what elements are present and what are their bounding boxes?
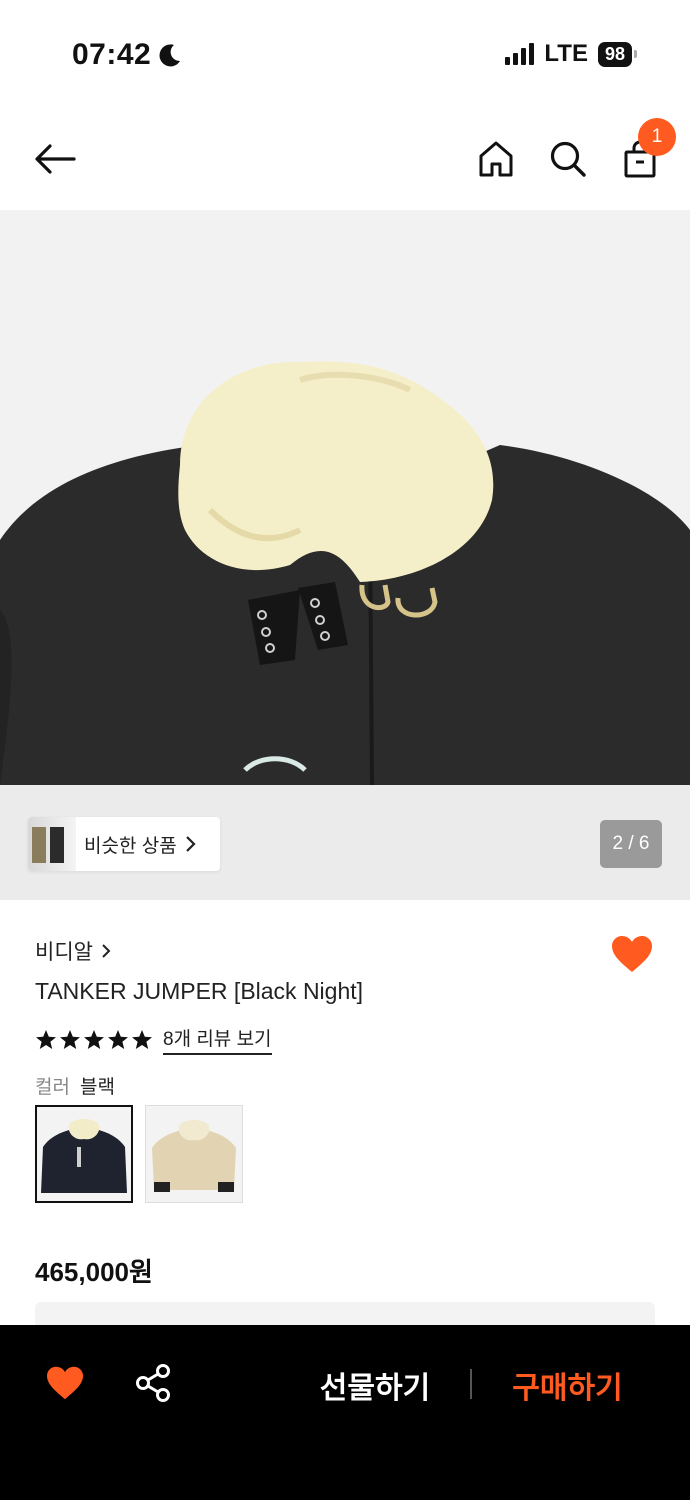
product-image-gallery[interactable]: Permanent Clothing 비슷한 상품 2 / bbox=[0, 210, 690, 900]
product-photo[interactable]: Permanent Clothing bbox=[0, 210, 690, 785]
divider bbox=[470, 1369, 472, 1399]
wishlist-button[interactable] bbox=[610, 934, 654, 974]
rating-row: 8개 리뷰 보기 bbox=[35, 1024, 272, 1055]
chevron-right-icon bbox=[102, 944, 111, 958]
star-icon bbox=[108, 1029, 128, 1049]
color-swatches bbox=[35, 1105, 243, 1203]
top-nav: 1 bbox=[0, 110, 690, 210]
moon-icon bbox=[159, 44, 181, 67]
back-button[interactable] bbox=[30, 136, 80, 182]
buy-button[interactable]: 구매하기 bbox=[495, 1363, 640, 1407]
brand-link[interactable]: 비디알 bbox=[35, 936, 111, 966]
time-text: 07:42 bbox=[72, 38, 152, 71]
chevron-right-icon bbox=[185, 836, 196, 852]
star-icon bbox=[132, 1029, 152, 1049]
similar-thumbnail bbox=[28, 817, 76, 871]
product-price: 465,000원 bbox=[35, 1257, 153, 1287]
color-selector-label: 컬러 블랙 bbox=[35, 1072, 115, 1099]
similar-products-button[interactable]: 비슷한 상품 bbox=[28, 817, 220, 871]
cart-count-badge: 1 bbox=[638, 118, 676, 156]
signal-icon bbox=[505, 43, 535, 65]
search-button[interactable] bbox=[546, 136, 590, 182]
battery-badge: 98 bbox=[597, 41, 638, 67]
bottom-action-bar: 선물하기 구매하기 bbox=[0, 1325, 690, 1500]
reviews-link[interactable]: 8개 리뷰 보기 bbox=[163, 1024, 272, 1055]
home-button[interactable] bbox=[474, 136, 518, 182]
status-time: 07:42 bbox=[72, 38, 183, 72]
star-icon bbox=[60, 1029, 80, 1049]
network-label: LTE bbox=[544, 40, 588, 67]
color-value: 블랙 bbox=[79, 1077, 115, 1098]
similar-products-label: 비슷한 상품 bbox=[84, 835, 177, 857]
share-button[interactable] bbox=[134, 1363, 172, 1403]
share-icon bbox=[136, 1364, 170, 1402]
image-counter: 2 / 6 bbox=[600, 820, 662, 868]
swatch-beige[interactable] bbox=[145, 1105, 243, 1203]
status-indicators: LTE 98 bbox=[505, 40, 638, 68]
bottom-wishlist-button[interactable] bbox=[45, 1365, 85, 1401]
search-icon bbox=[550, 141, 586, 177]
heart-icon bbox=[47, 1366, 83, 1400]
star-rating bbox=[36, 1029, 152, 1049]
home-icon bbox=[479, 141, 513, 177]
gift-button[interactable]: 선물하기 bbox=[300, 1363, 450, 1407]
product-title: TANKER JUMPER [Black Night] bbox=[35, 978, 364, 1004]
color-key: 컬러 bbox=[35, 1077, 70, 1098]
brand-name: 비디알 bbox=[35, 941, 93, 964]
swatch-black[interactable] bbox=[35, 1105, 133, 1203]
heart-icon bbox=[612, 936, 652, 972]
status-bar: 07:42 LTE 98 bbox=[0, 0, 690, 110]
star-icon bbox=[84, 1029, 104, 1049]
star-icon bbox=[36, 1029, 56, 1049]
back-arrow-icon bbox=[35, 144, 76, 174]
